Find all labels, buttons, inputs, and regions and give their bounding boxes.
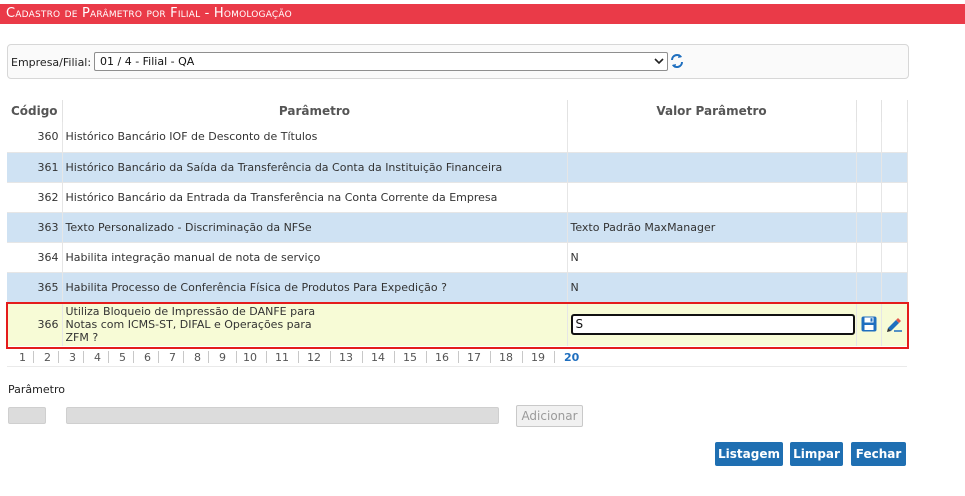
page-link[interactable]: 5 bbox=[119, 351, 126, 364]
page-link[interactable]: 17 bbox=[467, 351, 481, 364]
cell-edit bbox=[881, 302, 908, 346]
cell-parameter: Utiliza Bloqueio de Impressão de DANFE p… bbox=[62, 302, 568, 346]
page-link[interactable]: 4 bbox=[94, 351, 101, 364]
page-link[interactable]: 10 bbox=[243, 351, 257, 364]
cell-code: 366 bbox=[7, 302, 63, 346]
table-row[interactable]: 361 Histórico Bancário da Saída da Trans… bbox=[7, 152, 908, 183]
parameter-value-input[interactable] bbox=[66, 407, 499, 424]
company-branch-selected: 01 / 4 - Filial - QA bbox=[100, 55, 195, 68]
cell-value bbox=[567, 122, 857, 153]
cell-parameter: Histórico Bancário da Entrada da Transfe… bbox=[62, 182, 568, 213]
company-branch-label: Empresa/Filial: bbox=[11, 56, 92, 69]
parameter-line: ZFM ? bbox=[65, 330, 99, 344]
refresh-icon[interactable] bbox=[670, 52, 684, 70]
table-row[interactable]: 365 Habilita Processo de Conferência Fís… bbox=[7, 272, 908, 303]
cell-code: 361 bbox=[7, 152, 63, 183]
page-link[interactable]: 19 bbox=[531, 351, 545, 364]
cell-save bbox=[856, 302, 882, 346]
table-row[interactable]: 363 Texto Personalizado - Discriminação … bbox=[7, 212, 908, 243]
cell-code: 360 bbox=[7, 122, 63, 153]
parameter-line: Notas com ICMS-ST, DIFAL e Operações par… bbox=[65, 317, 312, 331]
page-link[interactable]: 3 bbox=[69, 351, 76, 364]
cell-value bbox=[567, 152, 857, 183]
list-button[interactable]: Listagem bbox=[715, 442, 783, 466]
edit-icon[interactable] bbox=[885, 315, 903, 333]
column-header-action-2 bbox=[881, 100, 908, 122]
pagination: 1 2 3 4 5 6 7 8 9 10 11 12 13 14 15 16 1… bbox=[7, 349, 907, 367]
column-header-value[interactable]: Valor Parâmetro bbox=[567, 100, 857, 122]
cell-parameter: Histórico Bancário IOF de Desconto de Tí… bbox=[62, 122, 568, 153]
page-link[interactable]: 7 bbox=[169, 351, 176, 364]
cell-parameter: Habilita Processo de Conferência Física … bbox=[62, 272, 568, 303]
close-button[interactable]: Fechar bbox=[851, 442, 906, 466]
table-row-editing[interactable]: 366 Utiliza Bloqueio de Impressão de DAN… bbox=[7, 302, 908, 346]
page-link[interactable]: 13 bbox=[339, 351, 353, 364]
table-row[interactable]: 360 Histórico Bancário IOF de Desconto d… bbox=[7, 122, 908, 153]
save-icon[interactable] bbox=[860, 315, 878, 333]
parameter-label: Parâmetro bbox=[8, 383, 65, 396]
column-header-action-1 bbox=[856, 100, 882, 122]
cell-parameter: Texto Personalizado - Discriminação da N… bbox=[62, 212, 568, 243]
page-link[interactable]: 18 bbox=[499, 351, 513, 364]
cell-value: N bbox=[567, 242, 857, 273]
page-link[interactable]: 1 bbox=[19, 351, 26, 364]
page-link-current[interactable]: 20 bbox=[564, 351, 579, 364]
table-row[interactable]: 364 Habilita integração manual de nota d… bbox=[7, 242, 908, 273]
cell-value bbox=[567, 182, 857, 213]
cell-parameter: Histórico Bancário da Saída da Transferê… bbox=[62, 152, 568, 183]
page-link[interactable]: 2 bbox=[44, 351, 51, 364]
company-branch-select[interactable]: 01 / 4 - Filial - QA bbox=[94, 52, 668, 71]
value-input[interactable]: S bbox=[570, 313, 855, 335]
add-button[interactable]: Adicionar bbox=[516, 405, 583, 427]
cell-code: 365 bbox=[7, 272, 63, 303]
cell-value-edit: S bbox=[567, 302, 857, 346]
cell-value: N bbox=[567, 272, 857, 303]
cell-code: 363 bbox=[7, 212, 63, 243]
page-link[interactable]: 16 bbox=[435, 351, 449, 364]
cell-parameter: Habilita integração manual de nota de se… bbox=[62, 242, 568, 273]
cell-code: 364 bbox=[7, 242, 63, 273]
chevron-down-icon bbox=[654, 53, 664, 76]
page-link[interactable]: 6 bbox=[144, 351, 151, 364]
page-link[interactable]: 12 bbox=[307, 351, 321, 364]
page-link[interactable]: 14 bbox=[371, 351, 385, 364]
parameters-table: Código Parâmetro Valor Parâmetro 360 His… bbox=[7, 100, 908, 346]
page-link[interactable]: 8 bbox=[194, 351, 201, 364]
column-header-code[interactable]: Código bbox=[7, 100, 63, 122]
cell-code: 362 bbox=[7, 182, 63, 213]
column-header-parameter[interactable]: Parâmetro bbox=[62, 100, 568, 122]
parameter-code-input[interactable] bbox=[8, 407, 46, 424]
clear-button[interactable]: Limpar bbox=[790, 442, 843, 466]
page-title: Cadastro de Parâmetro por Filial - Homol… bbox=[0, 4, 965, 24]
filter-bar: Empresa/Filial: 01 / 4 - Filial - QA bbox=[7, 44, 909, 79]
parameter-line: Utiliza Bloqueio de Impressão de DANFE p… bbox=[65, 304, 316, 318]
page-link[interactable]: 9 bbox=[219, 351, 226, 364]
table-row[interactable]: 362 Histórico Bancário da Entrada da Tra… bbox=[7, 182, 908, 213]
page-link[interactable]: 15 bbox=[403, 351, 417, 364]
cell-value: Texto Padrão MaxManager bbox=[567, 212, 857, 243]
page-link[interactable]: 11 bbox=[275, 351, 289, 364]
